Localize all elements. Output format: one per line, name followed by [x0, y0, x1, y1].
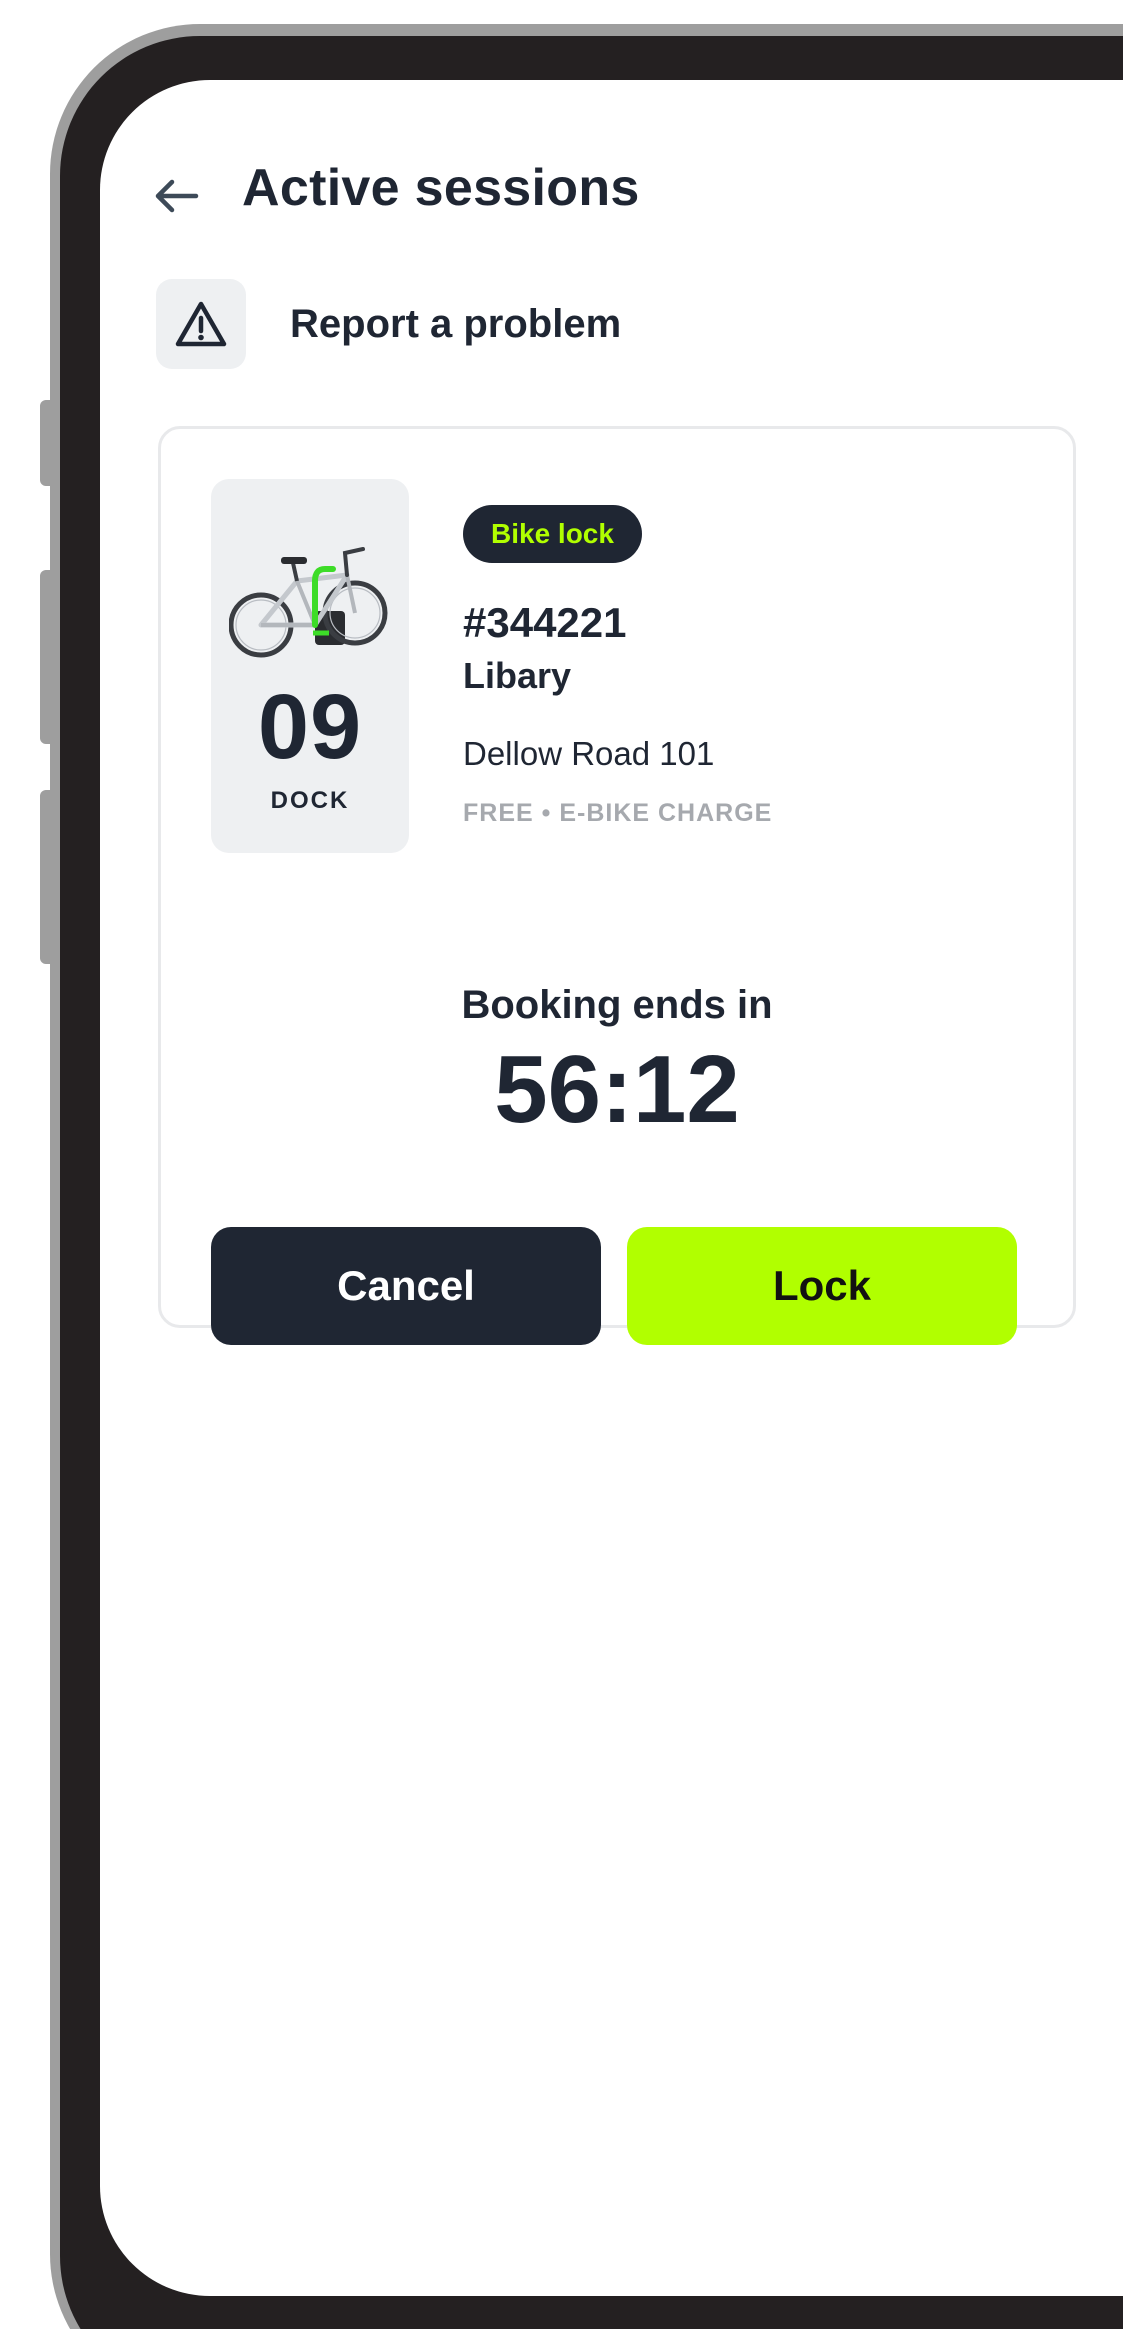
lock-features: FREE • E-BIKE CHARGE	[463, 799, 773, 827]
lock-location-name: Libary	[463, 655, 572, 696]
lock-id: #344221	[463, 599, 627, 646]
report-problem-label: Report a problem	[290, 301, 622, 346]
phone-side-button	[40, 400, 56, 486]
back-button[interactable]	[146, 166, 206, 226]
session-card: 09 DOCK Bike lock #344221 Libary Dellow …	[158, 426, 1076, 1345]
lock-button[interactable]: Lock	[627, 1227, 1017, 1345]
dock-panel: 09 DOCK	[211, 479, 409, 853]
report-problem-button[interactable]: Report a problem	[156, 278, 621, 370]
lock-address: Dellow Road 101	[463, 735, 715, 772]
booking-ends-label: Booking ends in	[461, 983, 773, 1027]
phone-screen: Active sessions Report a problem 09 DOCK…	[100, 80, 1123, 2296]
cancel-button[interactable]: Cancel	[211, 1227, 601, 1345]
phone-volume-up-button	[40, 570, 56, 744]
arrow-left-icon	[155, 179, 199, 213]
bike-image	[229, 547, 388, 658]
lock-type-badge: Bike lock	[463, 505, 642, 563]
page-title: Active sessions	[242, 159, 640, 217]
warning-triangle-icon	[175, 301, 227, 347]
dock-number: 09	[257, 676, 363, 778]
dock-label: DOCK	[270, 787, 350, 814]
app-stage: Active sessions Report a problem 09 DOCK…	[0, 0, 1123, 2329]
report-icon-box	[156, 279, 246, 369]
booking-timer: 56:12	[494, 1036, 740, 1143]
phone-volume-down-button	[40, 790, 56, 964]
